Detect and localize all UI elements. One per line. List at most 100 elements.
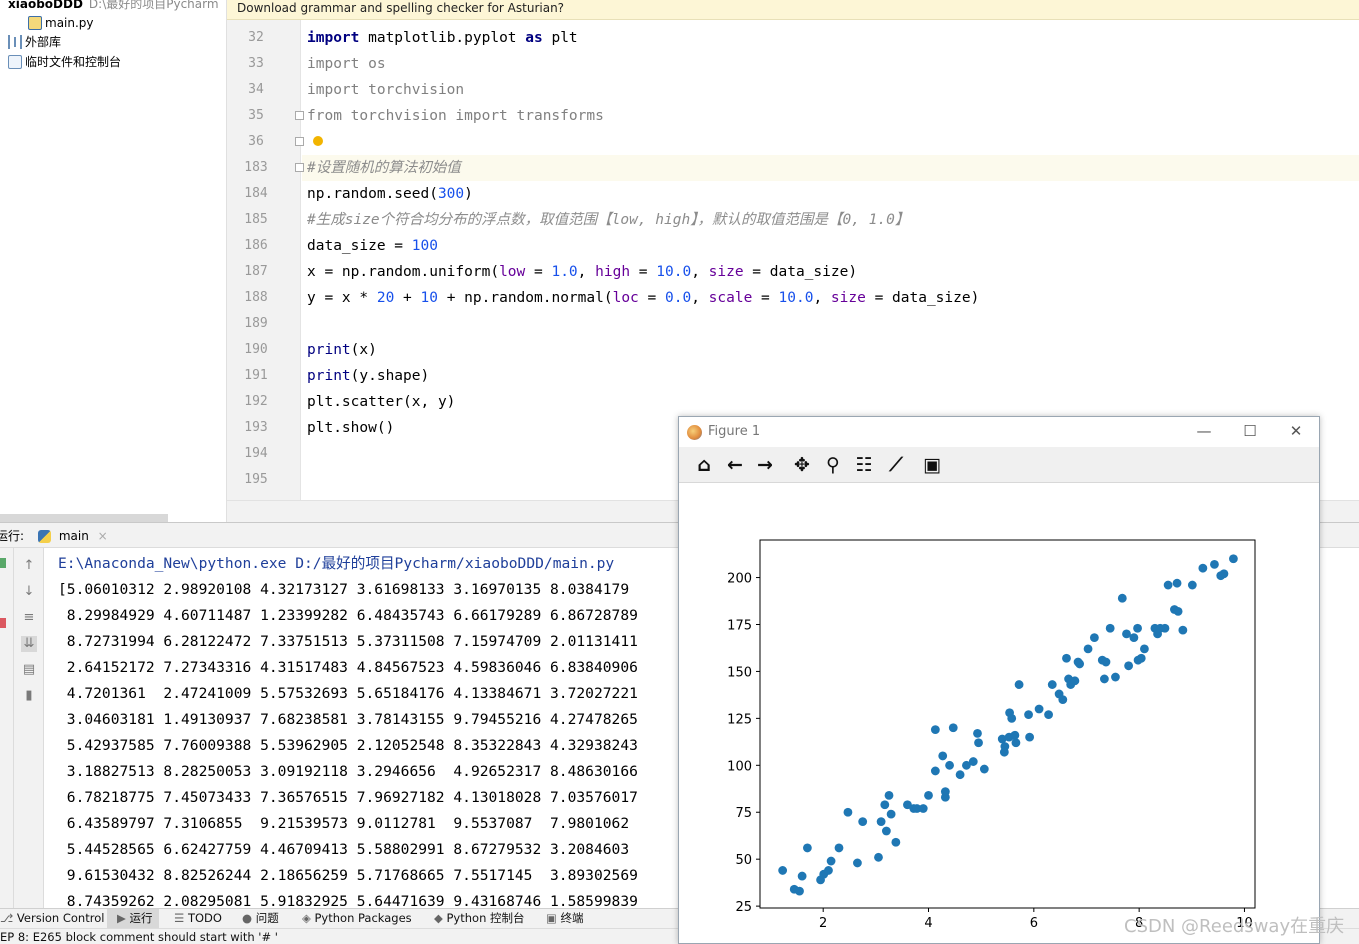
scatter-point — [973, 728, 982, 738]
scatter-point — [945, 760, 954, 770]
terminal-button[interactable]: ▣ 终端 — [546, 909, 584, 928]
figure-window[interactable]: Figure 1 — ☐ ✕ ⌂ ← → ✥ ⚲ ☷ ⟋ ▣ 2 4 6 8 10 25 5… — [678, 416, 1320, 944]
button-label: Python 控制台 — [446, 911, 525, 925]
scatter-point — [881, 826, 891, 836]
button-label: Python Packages — [314, 911, 412, 925]
tree-item-label: 外部库 — [25, 35, 62, 49]
scatter-point — [1014, 680, 1024, 689]
x-tick-label: 4 — [924, 916, 932, 931]
print-icon[interactable]: ▤ — [21, 662, 37, 678]
back-arrow-icon[interactable]: ← — [722, 453, 748, 477]
line-number: 190 — [244, 342, 268, 357]
tree-item-label: main.py — [45, 16, 94, 30]
run-tab-main[interactable]: main × — [38, 523, 114, 549]
scatter-point — [1210, 560, 1219, 569]
code-line: x = np.random.uniform(low = 1.0, high = … — [307, 264, 858, 280]
banner-text: Download grammar and spelling checker fo… — [237, 1, 565, 15]
line-number: 192 — [244, 394, 268, 409]
scatter-point — [826, 856, 836, 866]
scatter-point — [1062, 653, 1071, 663]
scatter-point — [948, 723, 958, 733]
scatter-point — [874, 852, 883, 862]
y-tick-label: 25 — [735, 900, 752, 915]
scatter-point — [1058, 695, 1068, 704]
console-line: 6.78218775 7.45073433 7.36576515 7.96927… — [58, 789, 638, 806]
close-icon[interactable]: × — [98, 529, 108, 543]
scatter-point — [880, 800, 890, 810]
scatter-point — [1160, 623, 1170, 633]
scatter-point — [843, 807, 853, 817]
scatter-point — [1129, 633, 1139, 643]
soft-wrap-icon[interactable]: ≡ — [21, 610, 37, 626]
run-panel-label: 运行: — [0, 529, 25, 543]
stop-icon[interactable] — [0, 618, 6, 628]
scatter-point — [1178, 625, 1188, 635]
x-tick-label: 2 — [819, 916, 827, 931]
code-line: print(y.shape) — [307, 368, 430, 384]
minimize-icon[interactable]: — — [1181, 417, 1227, 447]
code-line: #设置随机的算法初始值 — [307, 160, 461, 176]
scatter-point — [1011, 738, 1021, 748]
scatter-point — [1173, 606, 1183, 616]
subplots-config-icon[interactable]: ☷ — [851, 453, 877, 477]
line-number: 34 — [248, 82, 264, 97]
scatter-point — [938, 751, 948, 761]
pan-icon[interactable]: ✥ — [789, 453, 815, 477]
fold-marker[interactable] — [295, 163, 304, 172]
y-tick-label: 150 — [727, 665, 752, 680]
tree-item-main-py[interactable]: main.py — [28, 13, 94, 33]
maximize-icon[interactable]: ☐ — [1227, 417, 1273, 447]
scatter-point — [795, 886, 804, 896]
edit-axes-icon[interactable]: ⟋ — [883, 453, 909, 477]
python-packages-button[interactable]: ◈ Python Packages — [302, 909, 412, 928]
project-scrollbar[interactable] — [0, 514, 168, 522]
scatter-point — [1000, 742, 1010, 751]
matplotlib-logo-icon — [687, 425, 702, 440]
run-tool-button[interactable]: ▶ 运行 — [107, 909, 159, 928]
scatter-point — [979, 764, 989, 774]
fold-marker[interactable] — [295, 111, 304, 120]
figure-titlebar[interactable]: Figure 1 — ☐ ✕ — [679, 417, 1319, 447]
tree-item-external-libs[interactable]: 外部库 — [8, 32, 61, 52]
fold-marker[interactable] — [295, 137, 304, 146]
home-icon[interactable]: ⌂ — [691, 453, 717, 477]
y-tick-label: 175 — [727, 618, 752, 633]
scroll-to-end-icon[interactable]: ⇊ — [21, 636, 37, 652]
problems-button[interactable]: ● 问题 — [242, 909, 279, 928]
todo-button[interactable]: ☰ TODO — [174, 909, 222, 928]
rerun-icon[interactable] — [0, 558, 6, 568]
scatter-plot: 2 4 6 8 10255075100125150175200 — [727, 539, 1256, 931]
down-arrow-icon[interactable]: ↓ — [21, 584, 37, 600]
line-number: 33 — [248, 56, 264, 71]
console-line: 4.7201361 2.47241009 5.57532693 5.651841… — [58, 685, 638, 702]
button-label: 终端 — [560, 911, 584, 925]
python-console-button[interactable]: ◆ Python 控制台 — [434, 909, 525, 928]
code-line: plt.scatter(x, y) — [307, 394, 456, 410]
version-control-button[interactable]: ⎇ Version Control — [0, 909, 104, 928]
plot-axes-frame — [759, 539, 1256, 909]
code-line: from torchvision import transforms — [307, 108, 604, 124]
figure-canvas[interactable]: 2 4 6 8 10 25 50 75 100 125 150 175 200 — [679, 483, 1319, 943]
run-side-strip — [0, 548, 14, 908]
intention-bulb-icon[interactable] — [313, 136, 323, 146]
zoom-icon[interactable]: ⚲ — [820, 453, 846, 477]
notification-banner[interactable]: Download grammar and spelling checker fo… — [227, 0, 1359, 20]
status-text: EP 8: E265 block comment should start wi… — [0, 930, 278, 944]
run-tab-label: main — [58, 529, 89, 543]
up-arrow-icon[interactable]: ↑ — [21, 558, 37, 574]
trash-icon[interactable]: ▮ — [21, 688, 37, 704]
forward-arrow-icon[interactable]: → — [752, 453, 778, 477]
line-number: 183 — [244, 160, 268, 175]
line-number: 35 — [248, 108, 264, 123]
project-root-name: xiaoboDDD — [8, 0, 83, 11]
save-icon[interactable]: ▣ — [919, 453, 945, 477]
code-line: import matplotlib.pyplot as plt — [307, 30, 578, 46]
scatter-point — [1010, 730, 1020, 740]
tree-item-scratches[interactable]: 临时文件和控制台 — [8, 52, 121, 72]
watermark-text: CSDN @Reedsway在重庆 — [1124, 916, 1345, 937]
close-icon[interactable]: ✕ — [1273, 417, 1319, 447]
scatter-point — [1136, 653, 1146, 663]
console-line: 5.42937585 7.76009388 5.53962905 2.12052… — [58, 737, 638, 754]
tree-item-root[interactable]: xiaoboDDD D:\最好的项目Pycharm — [8, 0, 219, 14]
scatter-point — [1111, 672, 1120, 682]
